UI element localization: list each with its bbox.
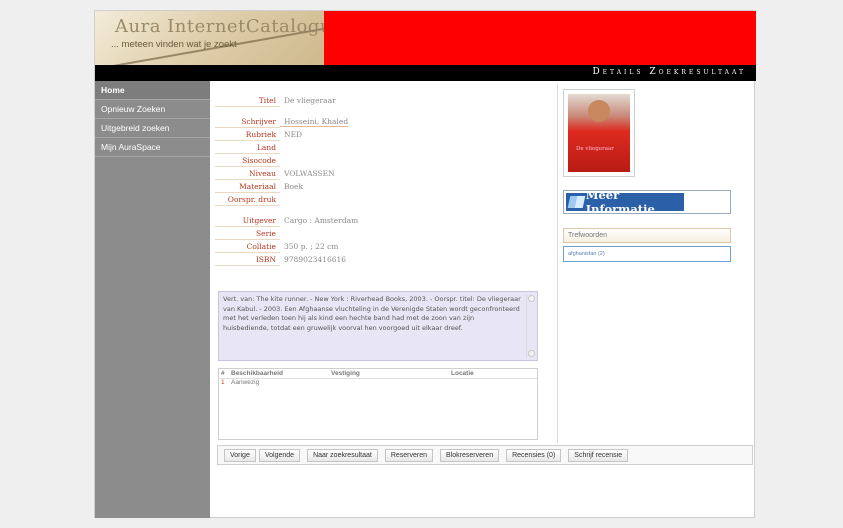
row-number: 1 <box>221 379 225 386</box>
meer-informatie-button[interactable]: Meer Informatie <box>563 188 731 216</box>
volgende-button[interactable]: Volgende <box>258 448 301 462</box>
field-land: Land <box>215 141 535 154</box>
reserveren-button[interactable]: Reserveren <box>384 448 434 462</box>
field-label: Sisocode <box>215 155 280 167</box>
sidebar-item-opnieuw-zoeken[interactable]: Opnieuw Zoeken <box>95 100 210 119</box>
trefwoorden-list: afghanistan (2) <box>563 246 731 262</box>
column-header: Locatie <box>449 369 537 379</box>
field-value: Cargo : Amsterdam <box>284 216 359 225</box>
field-uitgever: Uitgever Cargo : Amsterdam <box>215 214 535 227</box>
record-details: Titel De vliegeraar Schrijver Hosseini, … <box>215 94 535 266</box>
sidebar-item-home[interactable]: Home <box>95 81 210 100</box>
column-header: # <box>219 369 229 379</box>
row-locatie <box>449 379 537 387</box>
book-open-icon <box>569 195 584 209</box>
sidebar: Home Opnieuw Zoeken Uitgebreid zoeken Mi… <box>95 81 210 518</box>
meer-informatie-label: Meer Informatie <box>585 188 655 216</box>
trefwoorden-heading: Trefwoorden <box>563 228 731 243</box>
sidebar-item-uitgebreid-zoeken[interactable]: Uitgebreid zoeken <box>95 119 210 138</box>
field-isbn: ISBN 9789023416616 <box>215 253 535 266</box>
field-collatie: Collatie 350 p. ; 22 cm <box>215 240 535 253</box>
naar-zoekresultaat-button[interactable]: Naar zoekresultaat <box>307 448 378 462</box>
field-label: Titel <box>215 95 280 107</box>
field-label: Land <box>215 142 280 154</box>
field-value: Boek <box>284 182 304 191</box>
scroll-down-icon[interactable] <box>528 350 535 357</box>
summary-scrollbar[interactable] <box>526 294 535 358</box>
recensies-button[interactable]: Recensies (0) <box>506 448 562 462</box>
cover-caption: De vliegeraar <box>576 146 614 152</box>
field-label: Serie <box>215 228 280 240</box>
action-toolbar: Vorige Volgende Naar zoekresultaat Reser… <box>217 445 753 465</box>
field-label: Materiaal <box>215 181 280 193</box>
logo[interactable]: Aura InternetCatalogus ... meteen vinden… <box>95 11 324 65</box>
field-oorspr-druk: Oorspr. druk <box>215 193 535 206</box>
summary-textarea[interactable]: Vert. van: The kite runner. - New York :… <box>218 291 538 361</box>
column-divider <box>557 83 558 443</box>
table-row: 1 Aanwezig <box>219 379 537 387</box>
field-label: Rubriek <box>215 129 280 141</box>
field-value: De vliegeraar <box>284 96 336 105</box>
field-serie: Serie <box>215 227 535 240</box>
field-value: 9789023416616 <box>284 255 347 264</box>
field-value: NED <box>284 130 303 139</box>
field-label: Uitgever <box>215 215 280 227</box>
field-label: ISBN <box>215 254 280 266</box>
header-banner <box>324 11 756 65</box>
field-label: Oorspr. druk <box>215 194 280 206</box>
field-schrijver: Schrijver Hosseini, Khaled <box>215 115 535 128</box>
field-value: 350 p. ; 22 cm <box>284 242 339 251</box>
header: Aura InternetCatalogus ... meteen vinden… <box>95 11 756 65</box>
cover-image: De vliegeraar <box>568 94 630 172</box>
sidebar-item-mijn-auraspace[interactable]: Mijn AuraSpace <box>95 138 210 157</box>
row-status: Aanwezig <box>231 379 260 386</box>
field-titel: Titel De vliegeraar <box>215 94 535 107</box>
book-cover[interactable]: De vliegeraar <box>563 89 635 177</box>
field-sisocode: Sisocode <box>215 154 535 167</box>
page-title: Details Zoekresultaat <box>592 67 746 77</box>
logo-title: Aura InternetCatalogus <box>115 16 324 37</box>
blokreserveren-button[interactable]: Blokreserveren <box>440 448 500 462</box>
table-header-row: # Beschikbaarheid Vestiging Locatie <box>219 369 537 379</box>
availability-table: # Beschikbaarheid Vestiging Locatie 1 Aa… <box>218 368 538 440</box>
field-value: VOLWASSEN <box>284 169 335 178</box>
field-label: Niveau <box>215 168 280 180</box>
field-materiaal: Materiaal Boek <box>215 180 535 193</box>
field-niveau: Niveau VOLWASSEN <box>215 167 535 180</box>
summary-text: Vert. van: The kite runner. - New York :… <box>223 295 521 332</box>
row-vestiging <box>329 379 449 387</box>
author-link[interactable]: Hosseini, Khaled <box>280 117 349 127</box>
page-frame: Aura InternetCatalogus ... meteen vinden… <box>94 10 756 518</box>
scroll-up-icon[interactable] <box>528 295 535 302</box>
field-rubriek: Rubriek NED <box>215 128 535 141</box>
vorige-button[interactable]: Vorige <box>224 448 256 462</box>
cover-figure <box>588 100 610 122</box>
column-header: Beschikbaarheid <box>229 369 329 379</box>
keyword-link[interactable]: afghanistan (2) <box>568 251 605 257</box>
column-header: Vestiging <box>329 369 449 379</box>
schrijf-recensie-button[interactable]: Schrijf recensie <box>568 448 629 462</box>
field-label: Schrijver <box>215 116 280 128</box>
field-label: Collatie <box>215 241 280 253</box>
logo-subtitle: ... meteen vinden wat je zoekt <box>111 39 237 50</box>
